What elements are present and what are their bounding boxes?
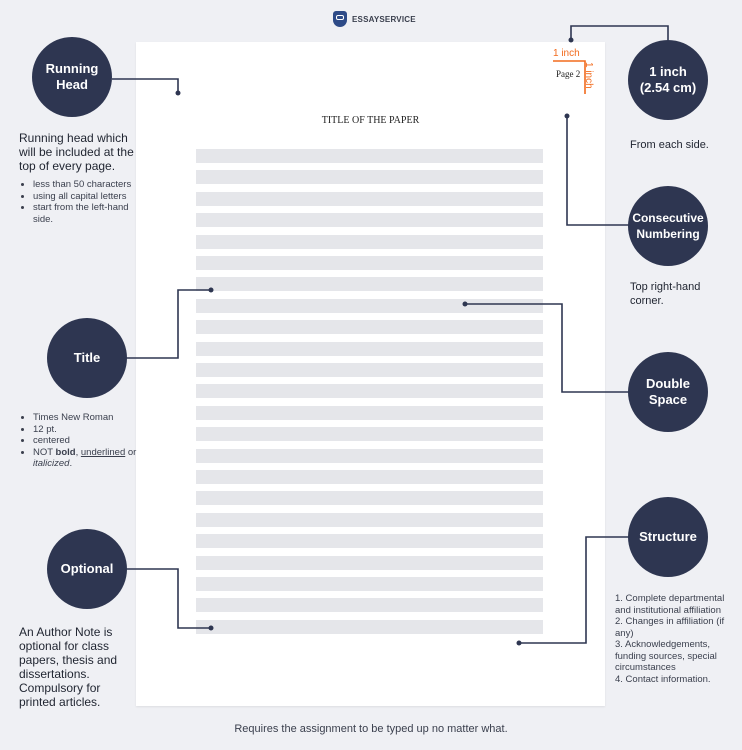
- double-space-label-line2: Space: [648, 392, 688, 407]
- one-inch-label-line1: 1 inch: [649, 64, 687, 79]
- italicized-text: italicized: [33, 458, 70, 469]
- one-inch-label: 1 inch (2.54 cm): [640, 64, 696, 96]
- text-line-placeholder: [196, 491, 543, 506]
- structure-item: 1. Complete departmental and institution…: [615, 593, 725, 616]
- bullet-item: start from the left-hand side.: [33, 202, 133, 225]
- one-inch-label-line2: (2.54 cm): [639, 80, 697, 95]
- bullet-item: using all capital letters: [33, 191, 133, 203]
- bullet-item: 12 pt.: [33, 424, 143, 436]
- bullet-item: NOT bold, underlined or italicized.: [33, 447, 143, 470]
- optional-description: An Author Note is optional for class pap…: [19, 625, 118, 709]
- structure-list: 1. Complete departmental and institution…: [615, 593, 740, 685]
- bold-text: bold: [55, 446, 76, 458]
- running-head-label: Running Head: [45, 61, 99, 92]
- text-line-placeholder: [196, 470, 543, 484]
- text-line-placeholder: [196, 512, 543, 527]
- text-line-placeholder: [196, 577, 543, 591]
- title-circle: Title: [47, 318, 127, 398]
- text-line-placeholder: [196, 448, 543, 463]
- page-number: Page 2: [556, 69, 581, 79]
- margin-top-label: 1 inch: [553, 48, 580, 59]
- structure-circle: Structure: [628, 497, 708, 577]
- brand-name: ESSAYSERVICE: [352, 14, 416, 24]
- structure-label: Structure: [639, 529, 697, 544]
- text-line-placeholder: [196, 256, 543, 270]
- structure-item: 4. Contact information.: [615, 673, 711, 685]
- text-line-placeholder: [196, 555, 543, 570]
- bullet-item: centered: [33, 435, 143, 447]
- text-line-placeholder: [196, 170, 543, 185]
- running-head-description: Running head which will be included at t…: [19, 131, 134, 173]
- title-bullets: Times New Roman 12 pt. centered NOT bold…: [19, 412, 143, 470]
- margin-right-label: 1 inch: [583, 62, 594, 89]
- optional-label: Optional: [60, 561, 114, 576]
- text-line-placeholder: [196, 384, 543, 399]
- one-inch-description: From each side.: [630, 139, 709, 151]
- running-head-circle: Running Head: [32, 37, 112, 117]
- or-text: or: [125, 446, 137, 458]
- not-text: NOT: [33, 446, 56, 458]
- paper-title: TITLE OF THE PAPER: [321, 115, 420, 126]
- text-line-placeholder: [196, 213, 543, 228]
- text-line-placeholder: [196, 277, 543, 292]
- running-head-bullets: less than 50 characters using all capita…: [19, 179, 133, 225]
- period-text: .: [69, 458, 73, 469]
- text-line-placeholder: [196, 320, 543, 335]
- underlined-text: underlined: [80, 446, 126, 458]
- optional-circle: Optional: [47, 529, 127, 609]
- structure-item: 3. Acknowledgements, funding sources, sp…: [615, 639, 717, 673]
- numbering-circle: Consecutive Numbering: [628, 186, 708, 266]
- text-line-placeholder: [196, 191, 543, 206]
- text-line-placeholder: [196, 234, 543, 249]
- shield-logo-icon: [333, 11, 347, 27]
- double-space-label-line1: Double: [645, 376, 691, 391]
- one-inch-circle: 1 inch (2.54 cm): [628, 40, 708, 120]
- text-line-placeholder: [196, 405, 543, 420]
- numbering-description: Top right-hand corner.: [630, 281, 701, 307]
- numbering-label-line1: Consecutive: [632, 211, 704, 225]
- numbering-label-line2: Numbering: [636, 227, 700, 241]
- text-line-placeholder: [196, 619, 543, 634]
- brand-logo: ESSAYSERVICE: [333, 11, 416, 27]
- bullet-item: Times New Roman: [33, 412, 143, 424]
- text-line-placeholder: [196, 341, 543, 356]
- numbering-label: Consecutive Numbering: [632, 210, 703, 242]
- footer-note: Requires the assignment to be typed up n…: [234, 723, 508, 735]
- connector-one-inch: [570, 25, 669, 40]
- title-label: Title: [73, 350, 101, 365]
- structure-item: 2. Changes in affiliation (if any): [615, 616, 725, 639]
- text-line-placeholder: [196, 598, 543, 613]
- double-space-label: Double Space: [646, 376, 690, 408]
- text-line-placeholder: [196, 149, 543, 163]
- text-line-placeholder: [196, 534, 543, 549]
- bullet-item: less than 50 characters: [33, 179, 133, 191]
- text-line-placeholder: [196, 427, 543, 442]
- paper-page: [136, 42, 605, 706]
- double-space-circle: Double Space: [628, 352, 708, 432]
- text-line-placeholder: [196, 298, 543, 313]
- text-line-placeholder: [196, 363, 543, 377]
